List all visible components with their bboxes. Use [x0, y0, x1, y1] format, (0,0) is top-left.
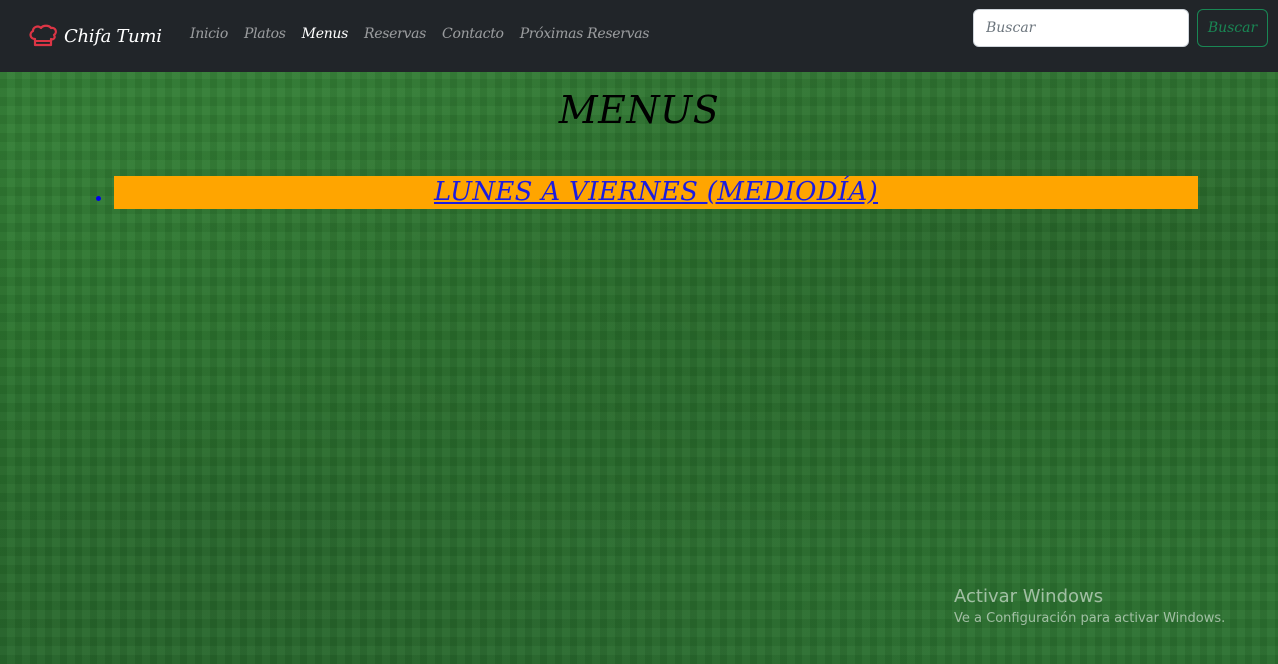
- nav-link-reservas[interactable]: Reservas: [364, 26, 426, 42]
- windows-activation-watermark: Activar Windows Ve a Configuración para …: [954, 586, 1225, 628]
- nav-link-platos[interactable]: Platos: [244, 26, 286, 42]
- brand[interactable]: Chifa Tumi: [28, 22, 162, 50]
- nav-link-inicio[interactable]: Inicio: [190, 26, 228, 42]
- chef-hat-icon: [29, 24, 57, 47]
- watermark-title: Activar Windows: [954, 586, 1104, 607]
- page-title: MENUS: [558, 88, 720, 132]
- nav-link-menus[interactable]: Menus: [302, 26, 349, 42]
- menu-item-lunes-viernes: LUNES A VIERNES (MEDIODÍA): [114, 176, 1198, 209]
- menu-link-lunes-viernes[interactable]: LUNES A VIERNES (MEDIODÍA): [434, 177, 878, 207]
- search-button[interactable]: Buscar: [1197, 9, 1268, 47]
- brand-name: Chifa Tumi: [64, 25, 162, 47]
- list-bullet: [96, 196, 101, 201]
- search-input[interactable]: [973, 9, 1189, 47]
- nav-link-proximas-reservas[interactable]: Próximas Reservas: [520, 26, 650, 42]
- navbar: Chifa Tumi Inicio Platos Menus Reservas …: [0, 0, 1278, 72]
- watermark-subtitle: Ve a Configuración para activar Windows.: [954, 611, 1226, 626]
- nav-links: Inicio Platos Menus Reservas Contacto Pr…: [190, 26, 665, 42]
- nav-link-contacto[interactable]: Contacto: [442, 26, 504, 42]
